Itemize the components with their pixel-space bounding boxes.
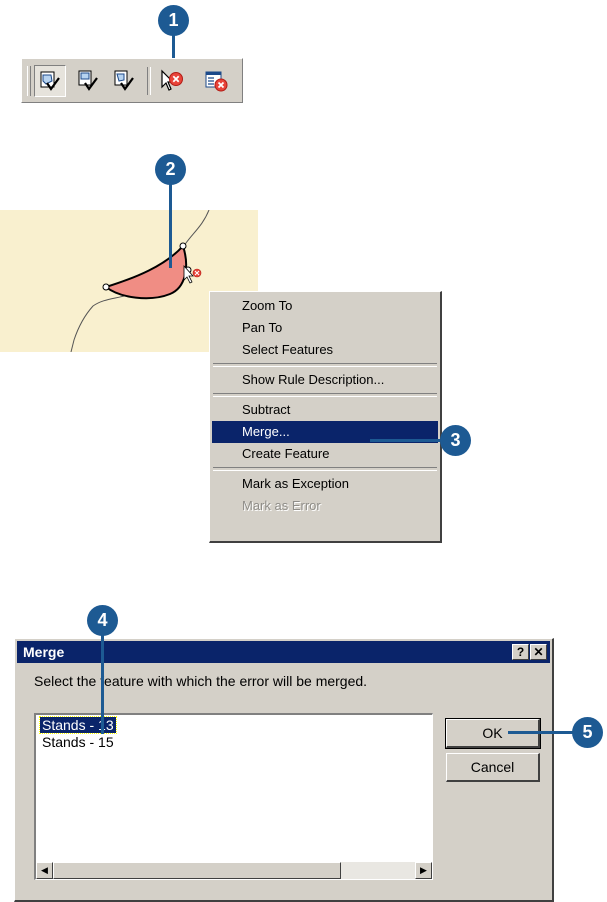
toolbar-separator xyxy=(147,67,151,95)
error-polygon xyxy=(103,244,188,300)
callout-5-leader xyxy=(508,731,576,734)
menu-item-show-rule-description[interactable]: Show Rule Description... xyxy=(212,369,438,391)
callout-4: 4 xyxy=(87,605,118,636)
error-context-menu: Zoom To Pan To Select Features Show Rule… xyxy=(209,291,442,543)
list-item[interactable]: Stands - 13 xyxy=(39,716,117,734)
close-button[interactable]: ✕ xyxy=(530,644,547,660)
menu-item-select-features[interactable]: Select Features xyxy=(212,339,438,361)
scroll-right-button[interactable]: ▶ xyxy=(415,862,432,879)
callout-1: 1 xyxy=(158,5,189,36)
callout-3-leader xyxy=(370,439,440,442)
list-item[interactable]: Stands - 15 xyxy=(40,734,116,750)
callout-2: 2 xyxy=(155,154,186,185)
cancel-button[interactable]: Cancel xyxy=(446,753,540,782)
validate-extent-button[interactable] xyxy=(72,65,104,97)
scroll-thumb[interactable] xyxy=(53,862,341,879)
error-inspector-window-button[interactable] xyxy=(200,65,232,97)
dialog-titlebar: Merge ? ✕ xyxy=(17,641,550,663)
callout-5: 5 xyxy=(572,717,603,748)
error-inspector-icon xyxy=(40,71,60,91)
dialog-title: Merge xyxy=(23,644,65,660)
menu-item-mark-as-exception[interactable]: Mark as Exception xyxy=(212,473,438,495)
fix-topology-error-button[interactable] xyxy=(155,65,187,97)
callout-4-leader xyxy=(101,634,104,734)
scroll-left-button[interactable]: ◀ xyxy=(36,862,53,879)
merge-dialog: Merge ? ✕ Select the feature with which … xyxy=(14,638,554,902)
callout-2-leader xyxy=(169,183,172,268)
error-inspector-button[interactable] xyxy=(34,65,66,97)
fix-error-cursor xyxy=(183,264,202,284)
horizontal-scrollbar[interactable]: ◀ ▶ xyxy=(36,862,432,879)
toolbar-grip[interactable] xyxy=(27,66,31,96)
menu-item-create-feature[interactable]: Create Feature xyxy=(212,443,438,465)
error-inspector-window-icon xyxy=(205,71,228,92)
validate-selection-button[interactable] xyxy=(108,65,140,97)
callout-3: 3 xyxy=(440,425,471,456)
menu-separator xyxy=(213,467,437,471)
help-button[interactable]: ? xyxy=(512,644,529,660)
merge-prompt: Select the feature with which the error … xyxy=(34,673,368,689)
menu-item-mark-as-error: Mark as Error xyxy=(242,498,321,513)
topology-toolbar xyxy=(21,58,243,103)
feature-listbox[interactable]: Stands - 13 Stands - 15 ◀ ▶ xyxy=(34,713,433,880)
menu-item-zoom-to[interactable]: Zoom To xyxy=(212,295,438,317)
menu-separator xyxy=(213,393,437,397)
menu-item-subtract[interactable]: Subtract xyxy=(212,399,438,421)
validate-selection-icon xyxy=(114,70,134,91)
menu-item-pan-to[interactable]: Pan To xyxy=(212,317,438,339)
fix-topology-error-icon xyxy=(161,69,183,91)
menu-separator xyxy=(213,363,437,367)
validate-current-extent-icon xyxy=(78,70,98,91)
